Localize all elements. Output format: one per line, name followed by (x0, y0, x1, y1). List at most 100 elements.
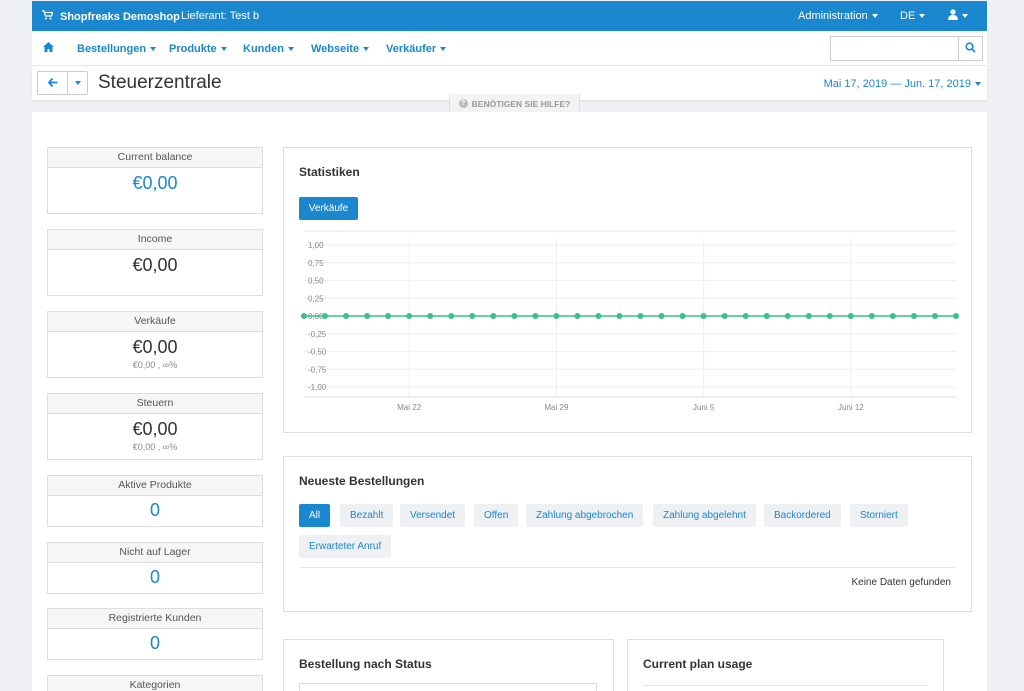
x-tick-label: Mai 29 (544, 403, 569, 412)
dashboard-content: Current balance €0,00 Income €0,00 Verkä… (32, 112, 987, 691)
chevron-down-icon (440, 47, 447, 51)
x-tick-label: Mai 22 (397, 403, 422, 412)
data-point (343, 313, 350, 319)
top-bar: Shopfreaks Demoshop Lieferant: Test b Ad… (32, 1, 987, 31)
administration-menu[interactable]: Administration (798, 10, 878, 22)
stat-value: €0,00 (132, 173, 178, 193)
divider (643, 685, 928, 686)
plan-usage-title: Current plan usage (643, 657, 753, 671)
recent-orders-title: Neueste Bestellungen (299, 474, 425, 488)
orders-by-status-title: Bestellung nach Status (299, 657, 432, 671)
data-point (406, 313, 413, 319)
store-link[interactable]: Shopfreaks Demoshop (42, 10, 180, 23)
language-menu[interactable]: DE (900, 10, 926, 22)
stat-card-active-products[interactable]: Aktive Produkte 0 (47, 475, 263, 527)
statistics-panel: Statistiken Verkäufe 1,00 0,75 0,50 0,25 0,0… (283, 147, 972, 433)
stat-card-sales: Verkäufe €0,00 €0,00 , ∞% (47, 311, 263, 378)
data-point (742, 313, 749, 319)
y-tick-label: 0,50 (308, 277, 324, 286)
nav-bestellungen[interactable]: Bestellungen (77, 43, 157, 55)
data-point (385, 313, 392, 319)
filter-backordered[interactable]: Backordered (764, 504, 841, 527)
language-label: DE (900, 10, 916, 22)
chevron-down-icon (220, 47, 227, 51)
search-icon (965, 41, 976, 56)
stat-value: €0,00 (132, 337, 178, 357)
nav-label: Webseite (311, 43, 360, 55)
y-tick-label: -0,25 (308, 330, 327, 339)
filter-open[interactable]: Offen (474, 504, 519, 527)
y-tick-label: -0,50 (308, 348, 327, 357)
data-point (427, 313, 434, 319)
nav-label: Kunden (243, 43, 284, 55)
stat-label: Income (48, 230, 262, 250)
page-title: Steuerzentrale (98, 72, 222, 93)
data-point (889, 313, 896, 319)
data-point (301, 313, 307, 319)
stat-card-registered-customers[interactable]: Registrierte Kunden 0 (47, 608, 263, 660)
filter-cancelled[interactable]: Storniert (850, 504, 908, 527)
data-point (931, 313, 938, 319)
filter-paid[interactable]: Bezahlt (340, 504, 394, 527)
data-point (637, 313, 644, 319)
data-point (469, 313, 476, 319)
orders-by-status-panel: Bestellung nach Status (283, 639, 614, 691)
stat-label: Kategorien (48, 676, 262, 691)
x-tick-label: Juni 12 (838, 403, 864, 412)
nav-webseite[interactable]: Webseite (311, 43, 370, 55)
chevron-down-icon (74, 81, 81, 85)
nav-label: Bestellungen (77, 43, 147, 55)
back-button[interactable] (38, 72, 68, 94)
search-button[interactable] (958, 36, 983, 61)
stat-label: Nicht auf Lager (48, 543, 262, 563)
data-point (448, 313, 455, 319)
data-point (595, 313, 602, 319)
data-point (700, 313, 707, 319)
nav-verkaeufer[interactable]: Verkäufer (386, 43, 447, 55)
data-point (574, 313, 581, 319)
stat-value: €0,00 (132, 419, 178, 439)
y-tick-label: 0,25 (308, 294, 324, 303)
data-point (805, 313, 812, 319)
cart-icon (42, 10, 54, 23)
data-point (490, 313, 497, 319)
filter-expected-call[interactable]: Erwarteter Anruf (299, 535, 392, 558)
plan-usage-panel: Current plan usage (627, 639, 944, 691)
stat-label: Steuern (48, 394, 262, 414)
stat-card-categories[interactable]: Kategorien (47, 675, 263, 691)
filter-shipped[interactable]: Versendet (400, 504, 466, 527)
x-tick-label: Juni 5 (693, 403, 715, 412)
stat-sub: €0,00 , ∞% (132, 360, 178, 370)
filter-payment-declined[interactable]: Zahlung abgelehnt (653, 504, 756, 527)
question-icon: ? (458, 99, 468, 108)
recent-orders-panel: Neueste Bestellungen All Bezahlt Versend… (283, 456, 972, 612)
stat-card-out-of-stock[interactable]: Nicht auf Lager 0 (47, 542, 263, 594)
data-point (953, 313, 959, 319)
data-point (784, 313, 791, 319)
search-input[interactable] (830, 36, 958, 61)
chevron-down-icon (363, 47, 370, 51)
filter-all[interactable]: All (299, 504, 331, 527)
data-point (511, 313, 518, 319)
nav-produkte[interactable]: Produkte (169, 43, 227, 55)
stat-label: Registrierte Kunden (48, 609, 262, 629)
user-menu[interactable] (948, 9, 968, 23)
chevron-down-icon (150, 47, 157, 51)
main-nav: Bestellungen Produkte Kunden Webseite Ve… (32, 31, 987, 66)
date-range-picker[interactable]: Mai 17, 2019 — Jun. 17, 2019 (824, 78, 981, 90)
help-label: BENÖTIGEN SIE HILFE? (471, 98, 571, 109)
data-point (721, 313, 728, 319)
filter-payment-cancelled[interactable]: Zahlung abgebrochen (526, 504, 644, 527)
nav-label: Verkäufer (386, 43, 437, 55)
help-tab[interactable]: ? BENÖTIGEN SIE HILFE? (449, 94, 580, 114)
nav-kunden[interactable]: Kunden (243, 43, 294, 55)
data-point (532, 313, 539, 319)
stat-sub: €0,00 , ∞% (132, 442, 178, 452)
data-point (910, 313, 917, 319)
store-name: Shopfreaks Demoshop (60, 10, 180, 23)
back-dropdown-button[interactable] (68, 72, 87, 94)
stat-card-current-balance: Current balance €0,00 (47, 147, 263, 214)
data-point (364, 313, 371, 319)
data-point (763, 313, 770, 319)
home-icon[interactable] (43, 42, 54, 55)
